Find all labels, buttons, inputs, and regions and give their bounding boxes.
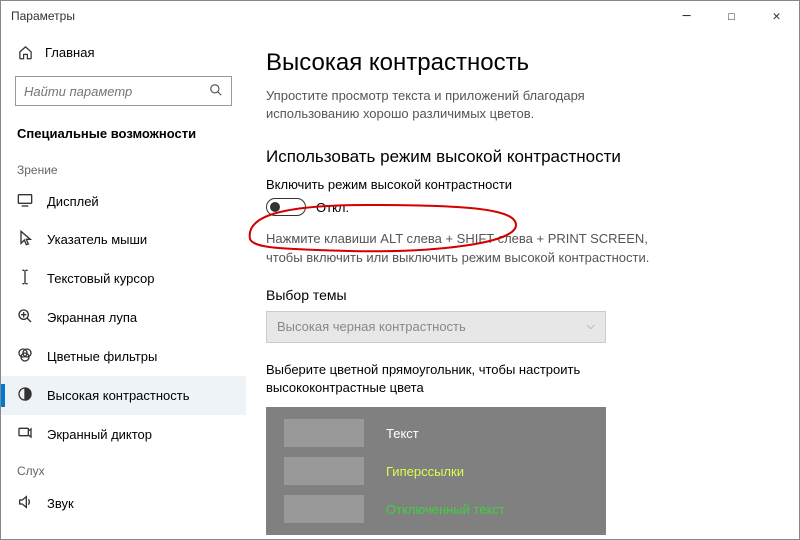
sound-icon [17,494,33,513]
home-nav[interactable]: Главная [1,37,246,68]
sidebar-item-display[interactable]: Дисплей [1,183,246,220]
category-title: Специальные возможности [1,120,246,153]
search-field[interactable] [24,84,209,99]
section-hearing: Слух [1,454,246,484]
nav-label: Цветные фильтры [47,349,157,364]
nav-label: Текстовый курсор [47,271,154,286]
narrator-icon [17,425,33,444]
theme-label: Выбор темы [266,287,759,303]
sidebar: Главная Специальные возможности Зрение Д… [1,31,246,539]
nav-label: Высокая контрастность [47,388,190,403]
shortcut-hint: Нажмите клавиши ALT слева + SHIFT слева … [266,230,666,266]
display-icon [17,193,33,210]
sidebar-item-text-cursor[interactable]: Текстовый курсор [1,259,246,298]
sidebar-item-high-contrast[interactable]: Высокая контрастность [1,376,246,415]
section-vision: Зрение [1,153,246,183]
theme-dropdown[interactable]: Высокая черная контрастность ⌵ [266,311,606,343]
color-instruction: Выберите цветной прямоугольник, чтобы на… [266,361,626,397]
minimize-button[interactable]: ─ [664,1,709,31]
search-icon [209,83,223,100]
page-title: Высокая контрастность [266,49,759,77]
toggle-label: Включить режим высокой контрастности [266,177,759,192]
sidebar-item-narrator[interactable]: Экранный диктор [1,415,246,454]
sidebar-item-mouse-pointer[interactable]: Указатель мыши [1,220,246,259]
swatch-label-disabled: Отключенный текст [386,502,505,517]
home-icon [17,45,33,60]
sidebar-item-color-filters[interactable]: Цветные фильтры [1,337,246,376]
cursor-icon [17,230,33,249]
disabled-color-swatch[interactable] [284,495,364,523]
nav-label: Звук [47,496,74,511]
use-hc-heading: Использовать режим высокой контрастности [266,147,759,167]
window-title: Параметры [11,9,75,23]
sidebar-item-sound[interactable]: Звук [1,484,246,523]
text-color-swatch[interactable] [284,419,364,447]
swatch-label-text: Текст [386,426,419,441]
text-cursor-icon [17,269,33,288]
swatch-label-link: Гиперссылки [386,464,464,479]
sidebar-item-magnifier[interactable]: Экранная лупа [1,298,246,337]
nav-label: Указатель мыши [47,232,147,247]
close-button[interactable]: ✕ [754,1,799,31]
link-color-swatch[interactable] [284,457,364,485]
hc-toggle[interactable] [266,198,306,216]
magnifier-icon [17,308,33,327]
maximize-button[interactable]: ☐ [709,1,754,31]
contrast-icon [17,386,33,405]
page-description: Упростите просмотр текста и приложений б… [266,87,666,123]
toggle-state: Откл. [316,200,349,215]
theme-value: Высокая черная контрастность [277,319,466,334]
nav-label: Экранная лупа [47,310,137,325]
home-label: Главная [45,45,94,60]
nav-label: Дисплей [47,194,99,209]
chevron-down-icon: ⌵ [587,320,595,333]
nav-label: Экранный диктор [47,427,152,442]
filters-icon [17,347,33,366]
titlebar: Параметры ─ ☐ ✕ [1,1,799,31]
swatch-panel: Текст Гиперссылки Отключенный текст [266,407,606,535]
main-content: Высокая контрастность Упростите просмотр… [246,31,799,539]
search-input[interactable] [15,76,232,106]
